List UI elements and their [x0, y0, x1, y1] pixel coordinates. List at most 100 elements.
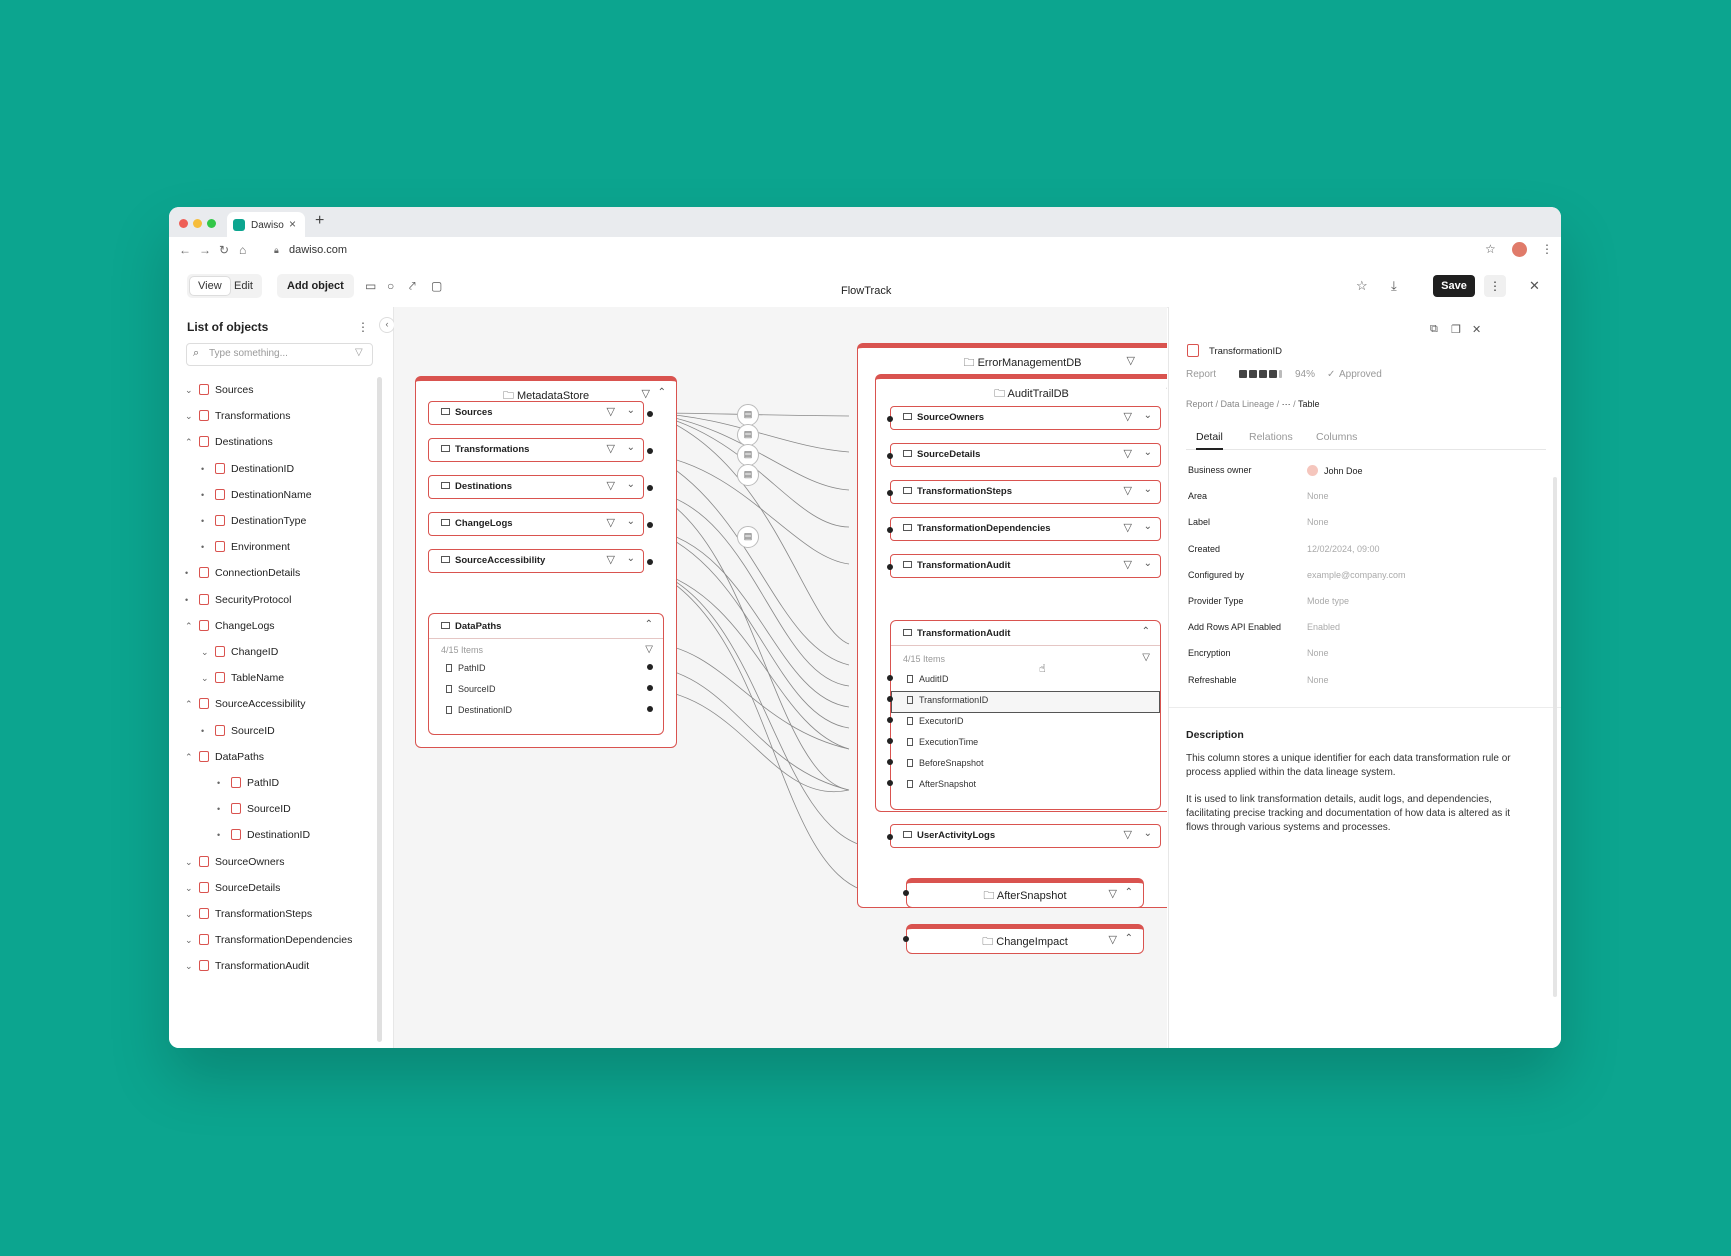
filter-icon[interactable]: ▽: [1109, 887, 1117, 900]
chevron-down-icon[interactable]: ⌄: [1144, 558, 1152, 569]
tree-item[interactable]: ⌃ SourceAccessibility: [185, 696, 305, 712]
column-item[interactable]: ExecutorID: [907, 716, 964, 726]
column-item[interactable]: DestinationID: [446, 705, 512, 715]
tree-item[interactable]: • SourceID: [201, 723, 275, 739]
panel-more-icon[interactable]: ⋮: [357, 320, 369, 334]
chevron-icon[interactable]: ⌄: [185, 382, 197, 398]
after-snapshot-node[interactable]: 🗀︎ AfterSnapshot ▽ ⌃: [906, 878, 1144, 908]
tree-item[interactable]: ⌄ TransformationAudit: [185, 958, 309, 974]
note-tool-icon[interactable]: ▢: [431, 279, 442, 293]
tree-item[interactable]: ⌄ SourceDetails: [185, 880, 280, 896]
tree-item[interactable]: ⌄ ChangeID: [201, 644, 278, 660]
tree-item[interactable]: ⌄ SourceOwners: [185, 854, 284, 870]
forward-icon[interactable]: →: [199, 243, 211, 257]
chevron-icon[interactable]: •: [201, 539, 213, 555]
property-value[interactable]: None: [1307, 491, 1329, 501]
column-item[interactable]: ExecutionTime: [907, 737, 978, 747]
connection-port[interactable]: [887, 527, 893, 533]
view-mode-button[interactable]: View: [190, 277, 230, 295]
filter-icon[interactable]: ▽: [607, 516, 615, 529]
chevron-down-icon[interactable]: ⌄: [1144, 521, 1152, 532]
chevron-icon[interactable]: ⌄: [201, 644, 213, 660]
connection-port[interactable]: [887, 696, 893, 702]
table-row[interactable]: SourceOwners ▽ ⌄: [890, 406, 1161, 430]
add-object-button[interactable]: Add object: [277, 274, 354, 298]
tree-item[interactable]: ⌄ TransformationDependencies: [185, 932, 352, 948]
lineage-canvas[interactable]: ▤ ▤ ▤ ▤ ▤ 🗀︎ MetadataStore ▽ ⌃ Sources ▽ ⌄…: [394, 307, 1167, 1048]
connection-port[interactable]: [887, 564, 893, 570]
chevron-icon[interactable]: ⌄: [185, 906, 197, 922]
tree-item[interactable]: ⌃ ChangeLogs: [185, 618, 275, 634]
filter-icon[interactable]: ▽: [645, 644, 653, 655]
table-row[interactable]: TransformationSteps ▽ ⌄: [890, 480, 1161, 504]
tree-item[interactable]: • DestinationType: [201, 513, 306, 529]
maximize-window-dot[interactable]: [207, 219, 216, 228]
filter-icon[interactable]: ▽: [1124, 828, 1132, 841]
reload-icon[interactable]: ↻: [219, 243, 229, 257]
datapaths-table[interactable]: DataPaths ⌃ 4/15 Items ▽: [428, 613, 664, 735]
chevron-icon[interactable]: ⌄: [185, 932, 197, 948]
save-button[interactable]: Save: [1433, 275, 1475, 297]
chevron-down-icon[interactable]: ⌄: [627, 442, 635, 453]
table-row[interactable]: TransformationAudit ▽ ⌄: [890, 554, 1161, 578]
table-row[interactable]: Sources ▽ ⌄: [428, 401, 644, 425]
tree-item[interactable]: • ConnectionDetails: [185, 565, 300, 581]
profile-avatar[interactable]: [1512, 242, 1527, 257]
chevron-up-icon[interactable]: ⌃: [658, 387, 666, 398]
browser-tab[interactable]: Dawiso ×: [227, 212, 305, 237]
filter-icon[interactable]: ▽: [1124, 521, 1132, 534]
connection-port[interactable]: [647, 522, 653, 528]
tab-columns[interactable]: Columns: [1316, 431, 1357, 448]
column-item[interactable]: TransformationID: [907, 695, 988, 705]
filter-icon[interactable]: ▽: [642, 387, 650, 400]
transformation-hub-icon[interactable]: ▤: [737, 424, 759, 446]
breadcrumb-item[interactable]: Data Lineage: [1221, 399, 1275, 409]
chevron-icon[interactable]: ⌄: [201, 670, 213, 686]
column-item[interactable]: AfterSnapshot: [907, 779, 976, 789]
chevron-icon[interactable]: •: [185, 592, 197, 608]
connection-port[interactable]: [647, 559, 653, 565]
tree-item[interactable]: ⌄ TransformationSteps: [185, 906, 312, 922]
tab-detail[interactable]: Detail: [1196, 431, 1223, 450]
connection-port[interactable]: [647, 448, 653, 454]
open-external-icon[interactable]: ⧉: [1430, 323, 1438, 336]
chevron-down-icon[interactable]: ⌄: [627, 553, 635, 564]
connection-port[interactable]: [903, 936, 909, 942]
chevron-up-icon[interactable]: ⌃: [1142, 626, 1150, 637]
chevron-icon[interactable]: •: [185, 565, 197, 581]
connection-port[interactable]: [887, 453, 893, 459]
chevron-icon[interactable]: •: [201, 513, 213, 529]
back-icon[interactable]: ←: [179, 243, 191, 257]
filter-icon[interactable]: ▽: [1127, 354, 1135, 367]
chevron-icon[interactable]: •: [217, 801, 229, 817]
connection-port[interactable]: [887, 759, 893, 765]
tree-item[interactable]: • Environment: [201, 539, 290, 555]
tab-close-icon[interactable]: ×: [289, 217, 296, 231]
chevron-icon[interactable]: ⌄: [185, 854, 197, 870]
download-icon[interactable]: ⤓: [1391, 278, 1397, 294]
connection-port[interactable]: [887, 738, 893, 744]
chevron-icon[interactable]: •: [217, 775, 229, 791]
chevron-icon[interactable]: ⌃: [185, 434, 197, 450]
right-scrollbar[interactable]: [1553, 477, 1557, 997]
connection-port[interactable]: [887, 675, 893, 681]
home-icon[interactable]: ⌂: [239, 243, 246, 257]
filter-icon[interactable]: ▽: [1124, 484, 1132, 497]
chevron-icon[interactable]: ⌃: [185, 696, 197, 712]
transformation-hub-icon[interactable]: ▤: [737, 464, 759, 486]
tree-item[interactable]: • DestinationName: [201, 487, 312, 503]
chevron-icon[interactable]: ⌄: [185, 880, 197, 896]
chevron-down-icon[interactable]: ⌄: [627, 479, 635, 490]
connection-port[interactable]: [887, 416, 893, 422]
filter-icon[interactable]: ▽: [1109, 933, 1117, 946]
change-impact-node[interactable]: 🗀︎ ChangeImpact ▽ ⌃: [906, 924, 1144, 954]
property-value[interactable]: Enabled: [1307, 622, 1340, 632]
tree-item[interactable]: ⌃ DataPaths: [185, 749, 264, 765]
connection-port[interactable]: [647, 706, 653, 712]
property-value[interactable]: example@company.com: [1307, 570, 1406, 580]
property-value[interactable]: None: [1307, 517, 1329, 527]
new-tab-icon[interactable]: +: [315, 212, 324, 230]
connection-port[interactable]: [647, 685, 653, 691]
chevron-icon[interactable]: •: [217, 827, 229, 843]
table-row-useractivitylogs[interactable]: UserActivityLogs ▽ ⌄: [890, 824, 1161, 848]
